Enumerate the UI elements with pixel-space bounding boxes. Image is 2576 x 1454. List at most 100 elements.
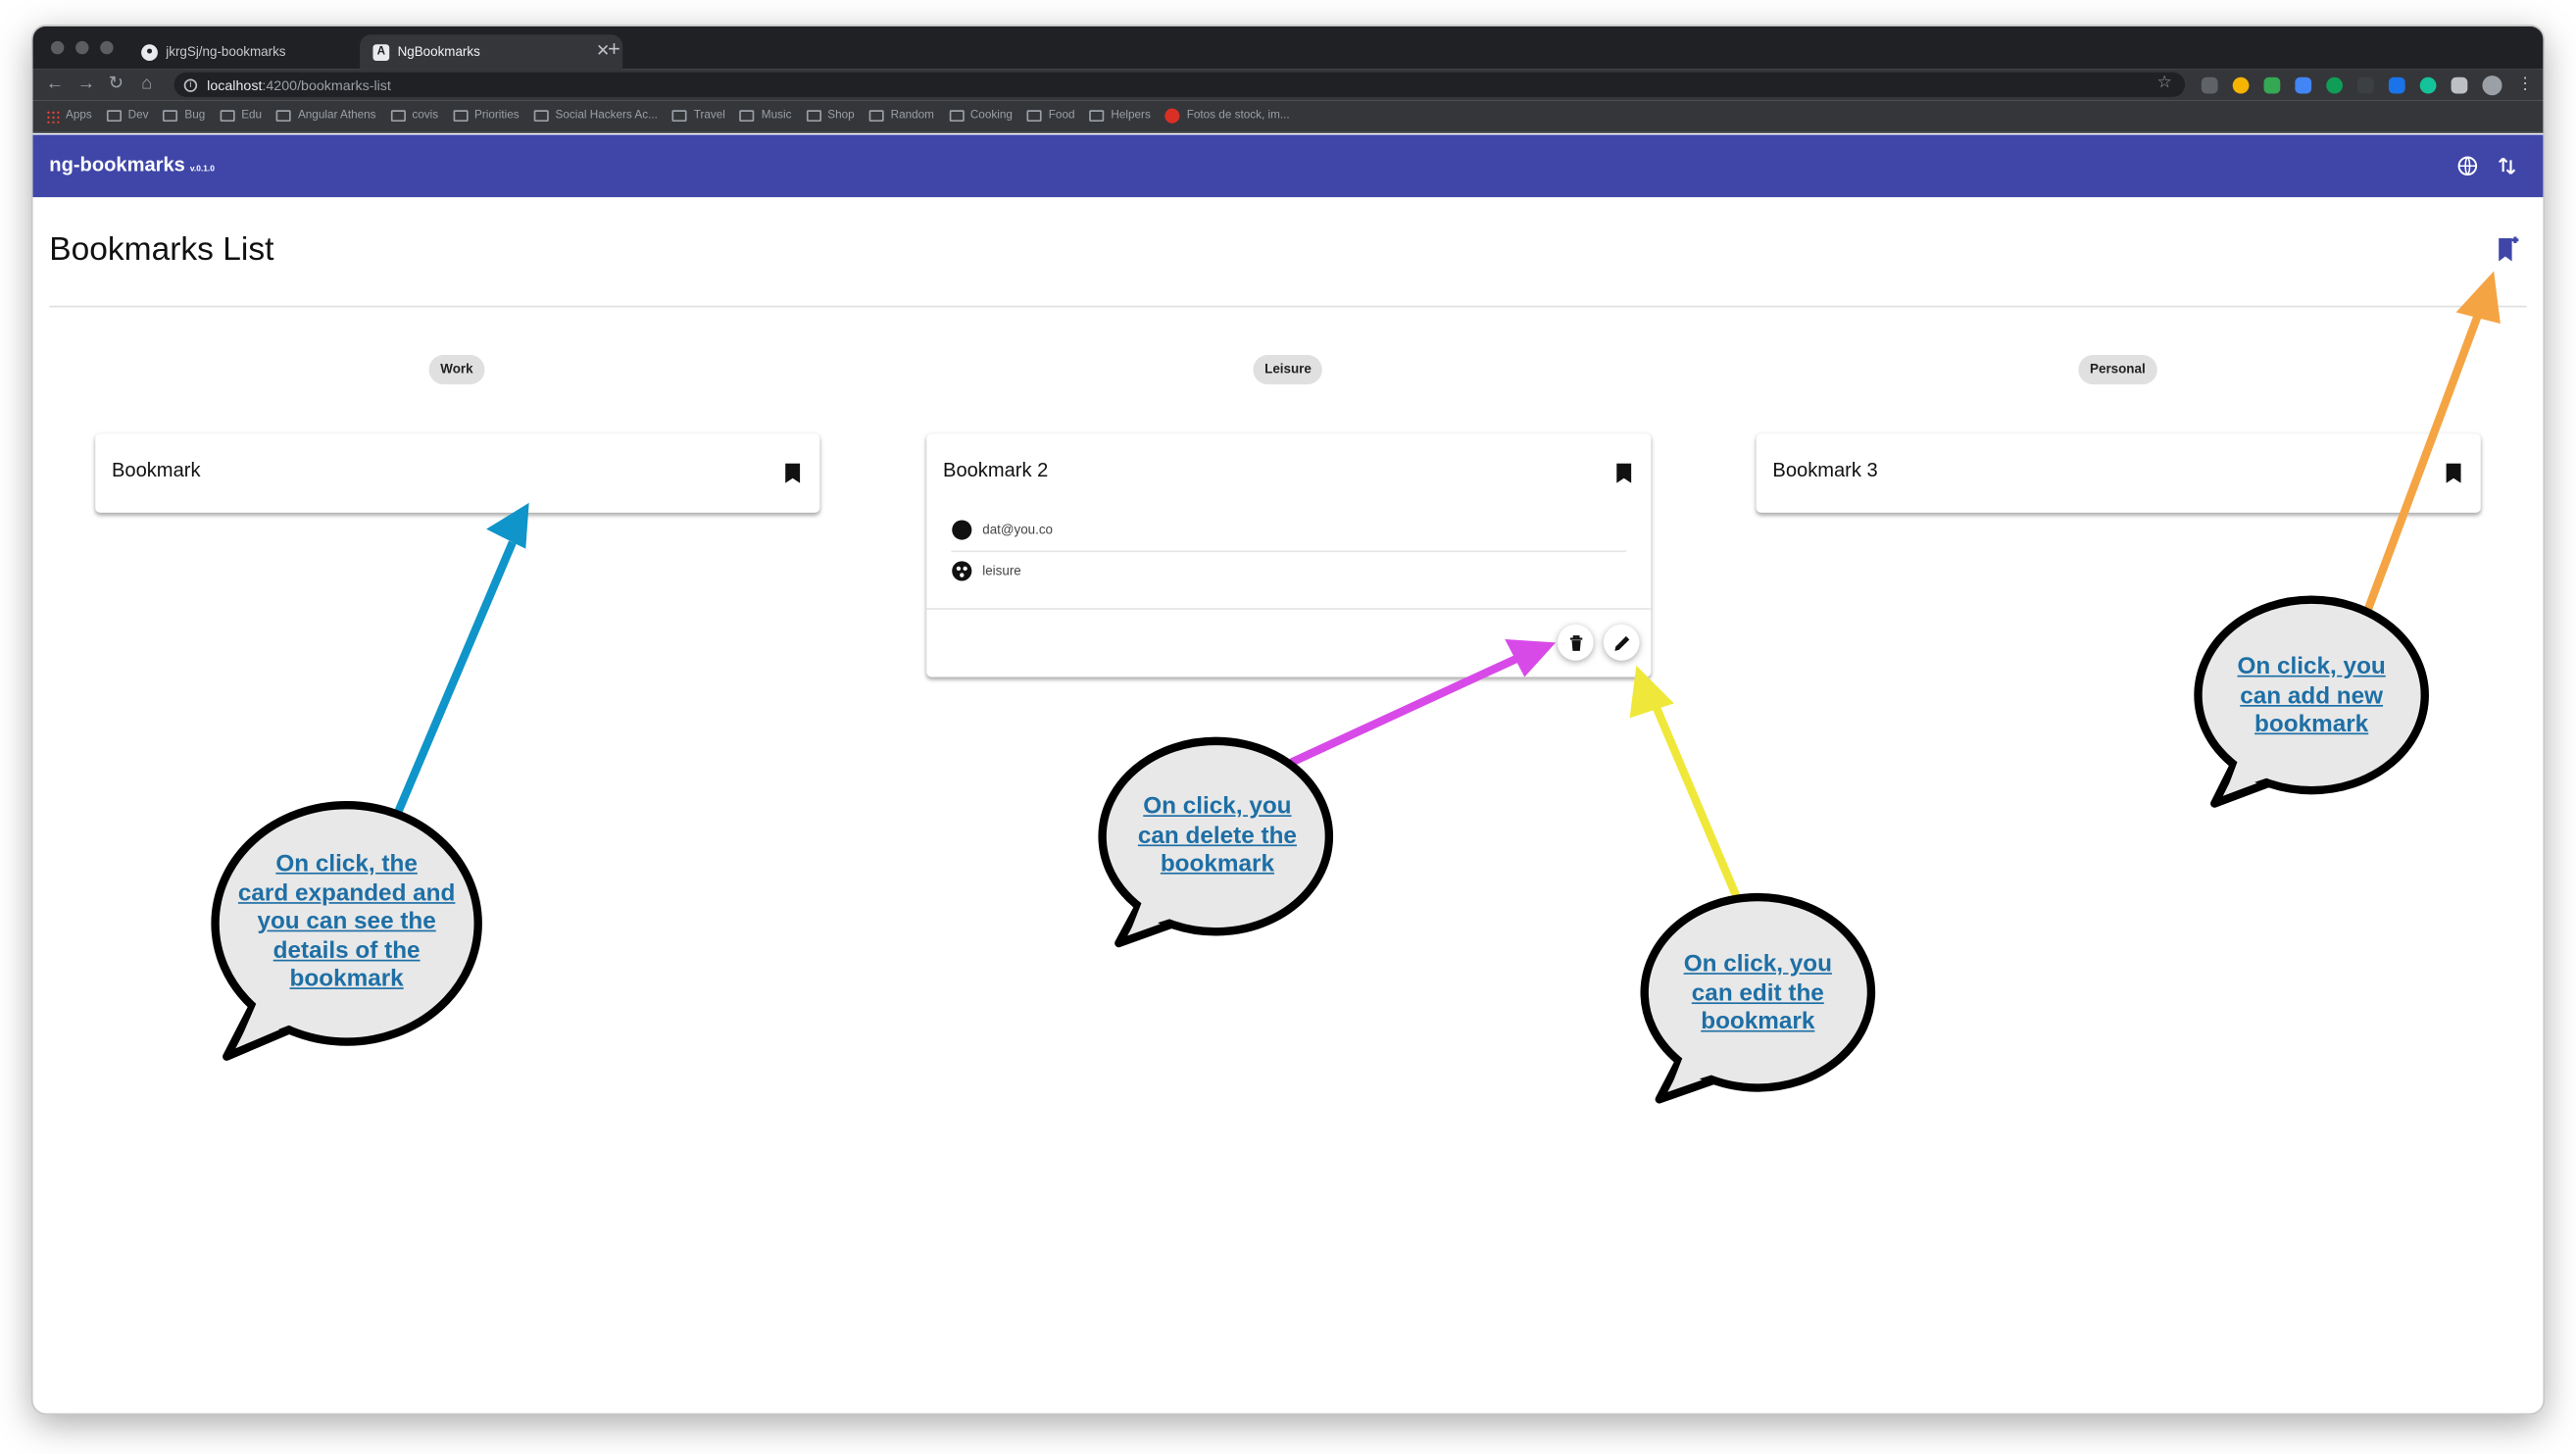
bookmark-bar-item[interactable]: Food bbox=[1026, 110, 1075, 123]
field-email: dat@you.co bbox=[951, 511, 1626, 547]
delete-button[interactable] bbox=[1557, 624, 1594, 661]
annotation-line: bookmark bbox=[289, 966, 404, 993]
extension-icon[interactable] bbox=[2263, 76, 2281, 94]
card-title: Bookmark 2 bbox=[943, 458, 1049, 482]
bookmark-card-expanded[interactable]: Bookmark 2 dat@you.co leisure bbox=[926, 433, 1652, 677]
back-icon[interactable]: ← bbox=[46, 73, 64, 97]
book-icon[interactable] bbox=[785, 463, 801, 483]
annotation-line: can delete the bbox=[1137, 822, 1297, 849]
bookmark-bar-item[interactable]: Apps bbox=[45, 109, 92, 123]
add-bookmark-icon[interactable] bbox=[2498, 236, 2520, 263]
bookmark-bar-item[interactable]: covis bbox=[390, 110, 439, 123]
bookmark-card[interactable]: Bookmark bbox=[95, 433, 820, 513]
bookmark-bar-item[interactable]: Fotos de stock, im... bbox=[1164, 108, 1290, 124]
book-icon[interactable] bbox=[2446, 463, 2461, 483]
extensions-area: ⋮ bbox=[2201, 75, 2534, 96]
bookmark-bar-item[interactable]: Angular Athens bbox=[276, 110, 376, 123]
tab-title: jkrgSj/ng-bookmarks bbox=[166, 44, 286, 60]
sort-icon[interactable] bbox=[2496, 155, 2518, 177]
extension-icon[interactable] bbox=[2357, 76, 2374, 94]
bookmark-bar-item[interactable]: Social Hackers Ac... bbox=[533, 110, 658, 123]
bookmark-bar-label: Fotos de stock, im... bbox=[1186, 110, 1290, 123]
tab-title: NgBookmarks bbox=[397, 44, 480, 60]
minimize-window-button[interactable] bbox=[75, 40, 89, 55]
bookmark-bar-item[interactable]: Dev bbox=[106, 110, 149, 123]
annotation-edit-text: On click, you can edit the bookmark bbox=[1684, 951, 1832, 1037]
bookmark-bar-item[interactable]: Cooking bbox=[949, 110, 1013, 123]
browser-window: ● jkrgSj/ng-bookmarks ✕ A NgBookmarks ✕ … bbox=[32, 25, 2544, 1414]
folder-icon bbox=[533, 110, 549, 123]
annotation-delete-text: On click, you can delete the bookmark bbox=[1138, 794, 1297, 880]
avatar[interactable] bbox=[2482, 75, 2502, 96]
card-actions-divider bbox=[926, 608, 1652, 610]
app-title[interactable]: ng-bookmarks v.0.1.0 bbox=[49, 153, 215, 175]
puzzle-icon[interactable] bbox=[2451, 76, 2468, 94]
menu-icon[interactable]: ⋮ bbox=[2517, 76, 2534, 94]
reload-icon[interactable]: ↻ bbox=[109, 73, 124, 97]
maximize-window-button[interactable] bbox=[100, 40, 114, 55]
bookmark-bar-label: Shop bbox=[827, 110, 855, 123]
close-window-button[interactable] bbox=[50, 40, 65, 55]
address-bar[interactable]: i localhost:4200/bookmarks-list ☆ bbox=[173, 72, 2186, 97]
site-info-icon[interactable]: i bbox=[183, 77, 198, 92]
annotation-line: card expanded and bbox=[237, 879, 456, 907]
bookmark-bar-label: Apps bbox=[66, 110, 92, 123]
github-icon: ● bbox=[141, 43, 158, 61]
page-title: Bookmarks List bbox=[49, 231, 274, 269]
folder-icon bbox=[806, 110, 821, 123]
extension-icon[interactable] bbox=[2419, 76, 2437, 94]
bookmark-bar-label: Travel bbox=[693, 110, 725, 123]
site-favicon-icon bbox=[1164, 108, 1180, 124]
folder-icon bbox=[106, 110, 122, 123]
bookmark-bar-item[interactable]: Music bbox=[740, 110, 792, 123]
bookmark-icon[interactable] bbox=[1616, 463, 1632, 483]
new-tab-button[interactable]: + bbox=[608, 37, 620, 61]
edit-button[interactable] bbox=[1603, 624, 1640, 661]
bookmark-star-icon[interactable]: ☆ bbox=[2157, 74, 2172, 91]
tab-ngbookmarks[interactable]: A NgBookmarks ✕ bbox=[360, 34, 623, 70]
field-category: leisure bbox=[951, 552, 1626, 588]
bookmark-bar-label: Music bbox=[761, 110, 792, 123]
account-circle-icon bbox=[952, 519, 972, 539]
bookmark-bar-label: Bug bbox=[184, 110, 206, 123]
bookmark-bar-item[interactable]: Travel bbox=[671, 110, 725, 123]
bookmark-bar-label: Cooking bbox=[969, 110, 1013, 123]
bookmark-bar-item[interactable]: Helpers bbox=[1089, 110, 1151, 123]
tab-strip: ● jkrgSj/ng-bookmarks ✕ A NgBookmarks ✕ … bbox=[32, 25, 2544, 70]
group-chip-personal: Personal bbox=[2078, 355, 2157, 385]
bookmark-card[interactable]: Bookmark 3 bbox=[1756, 433, 2481, 513]
bookmark-bar-item[interactable]: Edu bbox=[220, 110, 262, 123]
folder-icon bbox=[1089, 110, 1105, 123]
folder-icon bbox=[163, 110, 178, 123]
angular-icon: A bbox=[372, 43, 390, 61]
bookmark-bar-label: Helpers bbox=[1111, 110, 1151, 123]
bookmark-bar-label: covis bbox=[412, 110, 439, 123]
extension-icon[interactable] bbox=[2326, 76, 2343, 94]
bookmarks-bar: Apps Dev Bug Edu Angular Athens covis Prioriti… bbox=[32, 100, 2544, 133]
annotation-line: you can see the bbox=[257, 908, 436, 935]
folder-icon bbox=[276, 110, 292, 123]
extension-icon[interactable] bbox=[2201, 76, 2218, 94]
annotation-line: On click, you bbox=[1143, 793, 1292, 821]
address-path: :4200/bookmarks-list bbox=[262, 75, 391, 93]
field-value: leisure bbox=[982, 563, 1021, 578]
browser-toolbar: ← → ↻ ⌂ i localhost:4200/bookmarks-list … bbox=[32, 69, 2544, 101]
bookmark-bar-label: Dev bbox=[127, 110, 149, 123]
tab-github[interactable]: ● jkrgSj/ng-bookmarks ✕ bbox=[128, 34, 388, 69]
bookmark-bar-item[interactable]: Bug bbox=[163, 110, 206, 123]
annotation-line: can add new bbox=[2240, 682, 2384, 710]
folder-icon bbox=[220, 110, 235, 123]
bookmark-bar-item[interactable]: Random bbox=[868, 110, 934, 123]
annotation-line: On click, you bbox=[2237, 654, 2386, 680]
folder-icon bbox=[868, 110, 884, 123]
home-icon[interactable]: ⌂ bbox=[141, 73, 152, 97]
forward-icon[interactable]: → bbox=[77, 73, 95, 97]
bookmark-bar-item[interactable]: Shop bbox=[806, 110, 855, 123]
annotation-line: can edit the bbox=[1691, 979, 1824, 1007]
annotation-expand-text: On click, the card expanded and you can … bbox=[238, 851, 455, 995]
language-icon[interactable] bbox=[2456, 155, 2479, 177]
extension-icon[interactable] bbox=[2388, 76, 2405, 94]
extension-icon[interactable] bbox=[2295, 76, 2312, 94]
extension-icon[interactable] bbox=[2232, 76, 2250, 94]
bookmark-bar-item[interactable]: Priorities bbox=[453, 110, 520, 123]
